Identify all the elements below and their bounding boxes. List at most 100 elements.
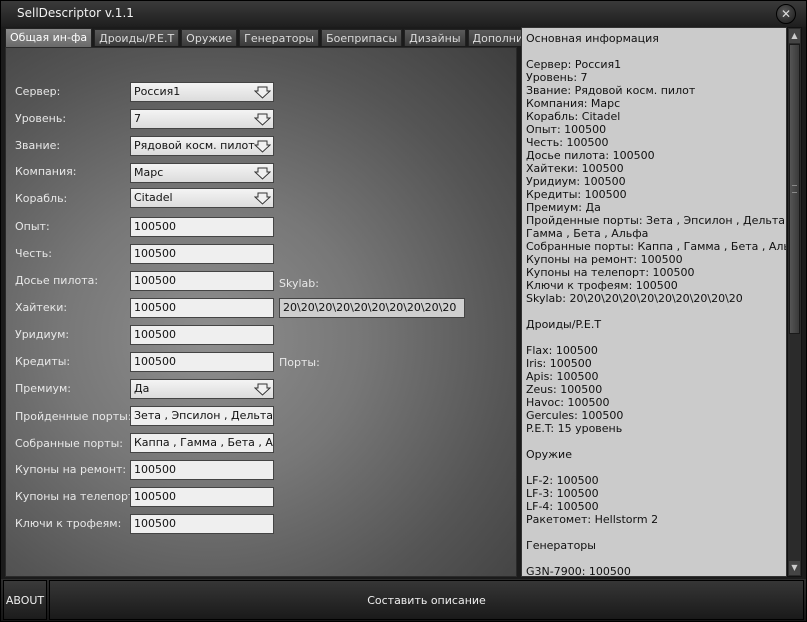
trophy-keys-label: Ключи к трофеям: (15, 517, 122, 530)
honor-input[interactable]: 100500 (130, 244, 274, 264)
preview-line: Gercules: 100500 (526, 409, 624, 422)
rank-select[interactable]: Рядовой косм. пилот (130, 136, 274, 156)
preview-line: Гамма , Бета , Альфа (526, 227, 649, 240)
scrollbar-thumb[interactable] (789, 44, 800, 334)
preview-line: Кредиты: 100500 (526, 188, 627, 201)
repair-coupons-label: Купоны на ремонт: (15, 463, 127, 476)
rank-value: Рядовой косм. пилот (134, 139, 255, 152)
preview-line: Zeus: 100500 (526, 383, 603, 396)
preview-line: Основная информация (526, 32, 659, 45)
passed-ports-input[interactable]: Зета , Эпсилон , Дельта , Г (130, 406, 274, 426)
preview-line: Сервер: Россия1 (526, 58, 622, 71)
uridium-input[interactable]: 100500 (130, 325, 274, 345)
level-value: 7 (134, 112, 141, 125)
preview-line: G3N-7900: 100500 (526, 565, 631, 577)
level-select[interactable]: 7 (130, 109, 274, 129)
premium-value: Да (134, 382, 150, 395)
hyteki-input[interactable]: 100500 (130, 298, 274, 318)
repair-coupons-input[interactable]: 100500 (130, 460, 274, 480)
teleport-coupons-input[interactable]: 100500 (130, 487, 274, 507)
tab-designs[interactable]: Дизайны (404, 29, 466, 46)
general-info-panel: Сервер: Россия1 Уровень: 7 Звание: Рядов… (5, 47, 517, 577)
exp-input[interactable]: 100500 (130, 217, 274, 237)
preview-line: Корабль: Citadel (526, 110, 621, 123)
hyteki-label: Хайтеки: (15, 301, 68, 314)
ship-value: Citadel (134, 191, 173, 204)
preview-line: Купоны на ремонт: 100500 (526, 253, 683, 266)
preview-line: Досье пилота: 100500 (526, 149, 655, 162)
premium-label: Премиум: (15, 382, 71, 395)
teleport-coupons-label: Купоны на телепорт: (15, 490, 139, 503)
collected-ports-label: Собранные порты: (15, 437, 123, 450)
premium-select[interactable]: Да (130, 379, 274, 399)
preview-line: Опыт: 100500 (526, 123, 607, 136)
arrow-down-icon (254, 192, 271, 205)
tab-bar: Общая ин-фа Дроиды/P.E.T Оружие Генерато… (5, 28, 571, 47)
skylab-input[interactable]: 20\20\20\20\20\20\20\20\20\20 (279, 298, 465, 318)
preview-line: Хайтеки: 100500 (526, 162, 624, 175)
preview-line (526, 45, 782, 58)
preview-line: Купоны на телепорт: 100500 (526, 266, 695, 279)
ship-label: Корабль: (15, 192, 68, 205)
tab-generators[interactable]: Генераторы (239, 29, 320, 46)
server-select[interactable]: Россия1 (130, 82, 274, 102)
arrow-down-icon (254, 167, 271, 180)
preview-scrollbar[interactable]: ▲ ▼ (787, 27, 802, 577)
trophy-keys-input[interactable]: 100500 (130, 514, 274, 534)
tab-ammo[interactable]: Боеприпасы (321, 29, 403, 46)
credits-label: Кредиты: (15, 355, 71, 368)
passed-ports-label: Пройденные порты: (15, 410, 132, 423)
tab-drones-pet[interactable]: Дроиды/P.E.T (94, 29, 180, 46)
compose-description-button[interactable]: Составить описание (49, 580, 804, 620)
preview-line: Дроиды/P.E.T (526, 318, 602, 331)
preview-line: Уровень: 7 (526, 71, 588, 84)
company-select[interactable]: Марс (130, 163, 274, 183)
description-preview[interactable]: Основная информация Сервер: Россия1 Уровен… (521, 27, 787, 577)
preview-line (526, 461, 782, 474)
scroll-down-button[interactable]: ▼ (789, 561, 800, 575)
tab-general-info[interactable]: Общая ин-фа (5, 28, 93, 47)
collected-ports-input[interactable]: Каппа , Гамма , Бета , Альф (130, 433, 274, 453)
preview-line: Генераторы (526, 539, 596, 552)
preview-line: Звание: Рядовой косм. пилот (526, 84, 696, 97)
preview-line (526, 331, 782, 344)
title-bar[interactable]: SellDescriptor v.1.1 ✕ (1, 1, 806, 27)
arrow-down-icon (254, 113, 271, 126)
server-value: Россия1 (134, 85, 181, 98)
preview-line: LF-2: 100500 (526, 474, 599, 487)
about-button[interactable]: ABOUT (3, 580, 47, 620)
honor-label: Честь: (15, 247, 52, 260)
preview-line: Собранные порты: Каппа , Гамма , Бета , … (526, 240, 787, 253)
arrow-down-icon (254, 383, 271, 396)
preview-line: Apis: 100500 (526, 370, 599, 383)
server-label: Сервер: (15, 85, 61, 98)
close-button[interactable]: ✕ (776, 4, 796, 24)
dossier-input[interactable]: 100500 (130, 271, 274, 291)
preview-line: LF-4: 100500 (526, 500, 599, 513)
preview-line (526, 305, 782, 318)
preview-line: Flax: 100500 (526, 344, 598, 357)
preview-line: Честь: 100500 (526, 136, 609, 149)
scroll-up-button[interactable]: ▲ (789, 29, 800, 43)
uridium-label: Уридиум: (15, 328, 70, 341)
credits-input[interactable]: 100500 (130, 352, 274, 372)
preview-line: Уридиум: 100500 (526, 175, 626, 188)
skylab-label: Skylab: (279, 277, 319, 290)
ship-select[interactable]: Citadel (130, 188, 274, 208)
preview-line (526, 435, 782, 448)
chevron-down-icon: ▼ (791, 563, 798, 572)
company-value: Марс (134, 166, 164, 179)
dossier-label: Досье пилота: (15, 274, 99, 287)
preview-line (526, 526, 782, 539)
exp-label: Опыт: (15, 220, 50, 233)
preview-line: Ракетомет: Hellstorm 2 (526, 513, 659, 526)
preview-line: Ключи к трофеям: 100500 (526, 279, 678, 292)
preview-line: P.E.T: 15 уровень (526, 422, 623, 435)
arrow-down-icon (254, 140, 271, 153)
company-label: Компания: (15, 165, 77, 178)
preview-line: LF-3: 100500 (526, 487, 599, 500)
tab-weapons[interactable]: Оружие (181, 29, 238, 46)
preview-line: Премиум: Да (526, 201, 601, 214)
ports-label: Порты: (279, 356, 320, 369)
level-label: Уровень: (15, 112, 67, 125)
